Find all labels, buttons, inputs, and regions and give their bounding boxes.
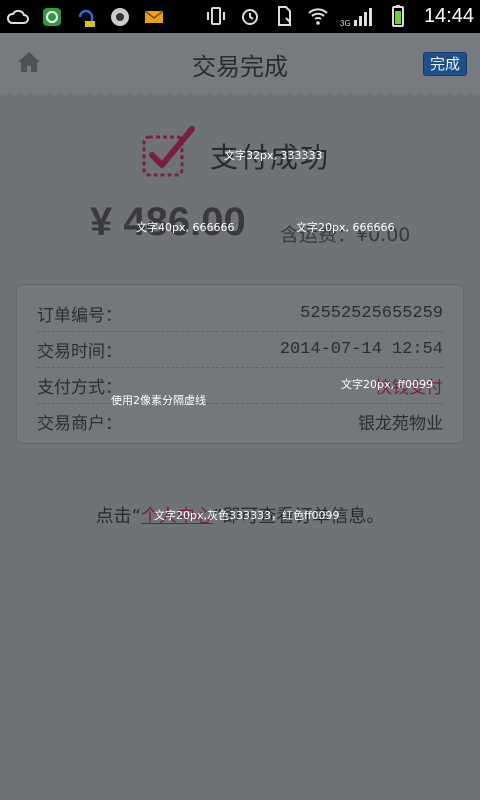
- annotation-title: 文字32px, 333333: [224, 149, 323, 162]
- annotation-shipping: 文字20px, 666666: [296, 221, 395, 234]
- order-row-time: 交易时间： 2014-07-14 12:54: [37, 331, 443, 367]
- chrome-icon: [108, 5, 132, 29]
- row-value: 2014-07-14 12:54: [279, 339, 443, 359]
- sim-icon: [272, 4, 296, 28]
- annotation-footer: 文字20px,灰色333333，红色ff0099: [154, 509, 340, 522]
- svg-text:3G: 3G: [340, 19, 351, 28]
- status-bar: 3G 14:44: [0, 0, 480, 33]
- mail-icon: [142, 5, 166, 29]
- wifi-icon: [306, 4, 330, 28]
- annotation-amount: 文字40px, 666666: [136, 221, 235, 234]
- footer-prefix: 点击“: [95, 506, 141, 527]
- row-label: 交易商户：: [37, 413, 122, 434]
- row-value: 银龙苑物业: [358, 413, 443, 434]
- status-time: 14:44: [423, 4, 474, 27]
- row-value: 52552525655259: [300, 303, 443, 323]
- row-label: 支付方式：: [37, 377, 122, 398]
- sync-icon: [74, 5, 98, 29]
- page-title: 交易完成: [192, 53, 288, 81]
- row-label: 订单编号：: [37, 305, 122, 326]
- order-info-card: 订单编号： 52552525655259 交易时间： 2014-07-14 12…: [16, 284, 464, 444]
- order-row-merchant: 交易商户： 银龙苑物业: [37, 403, 443, 439]
- vibrate-icon: [204, 4, 228, 28]
- nav-bar: 交易完成 完成: [0, 33, 480, 97]
- alarm-icon: [238, 4, 262, 28]
- app-icon: [40, 5, 64, 29]
- annotation-payment: 文字20px, ff0099: [341, 378, 434, 391]
- signal-icon: 3G: [340, 4, 376, 28]
- checkbox-check-icon: [140, 125, 196, 179]
- order-row-number: 订单编号： 52552525655259: [37, 295, 443, 331]
- cloud-icon: [6, 5, 30, 29]
- battery-icon: [386, 4, 410, 28]
- annotation-divider: 使用2像素分隔虚线: [111, 394, 206, 407]
- done-button[interactable]: 完成: [422, 52, 467, 76]
- row-label: 交易时间：: [37, 341, 122, 362]
